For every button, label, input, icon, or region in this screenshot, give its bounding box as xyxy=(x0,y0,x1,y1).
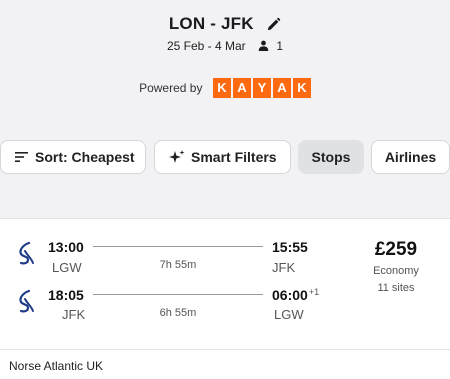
outbound-arrive-time: 15:55 xyxy=(272,239,308,255)
day-offset-badge: +1 xyxy=(308,287,320,297)
kayak-logo: K A Y A K xyxy=(212,78,311,98)
powered-by-label: Powered by xyxy=(139,81,203,95)
kayak-letter: A xyxy=(232,78,251,98)
airlines-label: Airlines xyxy=(384,149,437,165)
sort-button[interactable]: Sort: Cheapest xyxy=(0,140,146,174)
inbound-depart-code: JFK xyxy=(62,307,86,322)
smart-filters-button[interactable]: Smart Filters xyxy=(154,140,291,174)
inbound-arrive-time: 06:00 xyxy=(272,287,308,303)
travel-dates: 25 Feb - 4 Mar xyxy=(166,38,246,53)
stops-label: Stops xyxy=(311,149,351,165)
airlines-filter-button[interactable]: Airlines xyxy=(371,140,450,174)
outbound-route-line xyxy=(93,246,263,247)
powered-by: Powered by K A Y A K xyxy=(0,78,450,98)
outbound-duration: 7h 55m xyxy=(159,259,197,271)
search-header: LON - JFK 25 Feb - 4 Mar 1 Powered by K … xyxy=(0,0,450,112)
airline-name: Norse Atlantic UK xyxy=(9,359,104,373)
route-summary[interactable]: LON - JFK xyxy=(0,14,450,34)
outbound-depart-code: LGW xyxy=(52,260,82,275)
sparkle-icon xyxy=(169,150,185,163)
airline-logo-icon xyxy=(19,289,34,313)
inbound-route-line xyxy=(93,294,263,295)
inbound-duration: 6h 55m xyxy=(159,307,197,319)
sort-icon xyxy=(15,152,28,162)
cabin-class: Economy xyxy=(373,265,419,277)
fare-price: £259 xyxy=(374,239,418,260)
inbound-arrive-code: LGW xyxy=(274,307,304,322)
inbound-depart-time: 18:05 xyxy=(48,287,84,303)
card-divider xyxy=(0,349,450,350)
inbound-arrive-time-group: 06:00+1 xyxy=(272,287,319,303)
airline-logo-icon xyxy=(19,241,34,265)
smart-filters-label: Smart Filters xyxy=(191,149,277,165)
person-icon xyxy=(258,40,269,52)
sort-label: Sort: Cheapest xyxy=(35,149,135,165)
stops-filter-button[interactable]: Stops xyxy=(298,140,364,174)
kayak-letter: K xyxy=(212,78,231,98)
flight-result-card[interactable]: 13:00 LGW 7h 55m 15:55 JFK 18:05 JFK 6h … xyxy=(0,218,450,379)
pencil-edit-icon[interactable] xyxy=(266,17,281,32)
kayak-letter: Y xyxy=(252,78,271,98)
kayak-letter: K xyxy=(292,78,311,98)
sites-count: 11 sites xyxy=(377,282,415,294)
outbound-arrive-code: JFK xyxy=(272,260,296,275)
outbound-depart-time: 13:00 xyxy=(48,239,84,255)
search-meta: 25 Feb - 4 Mar 1 xyxy=(0,38,450,53)
kayak-letter: A xyxy=(272,78,291,98)
traveller-count: 1 xyxy=(276,38,284,53)
route-title: LON - JFK xyxy=(168,14,254,33)
